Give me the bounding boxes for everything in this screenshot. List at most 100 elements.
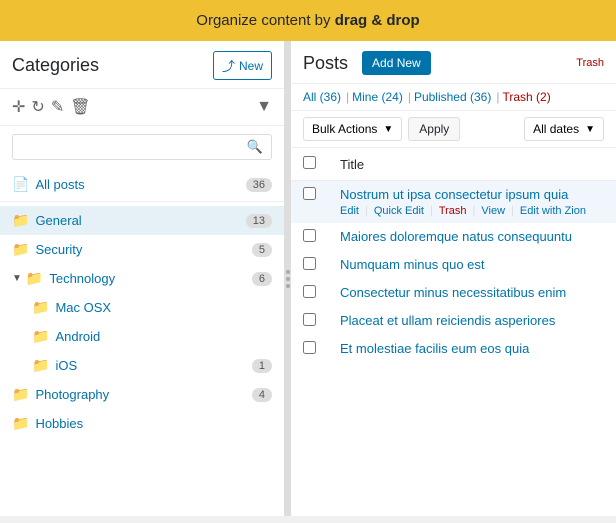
category-item-technology[interactable]: ▼ 📁 Technology 6 bbox=[0, 264, 284, 293]
folder-icon: 📁 bbox=[32, 328, 49, 345]
category-label: iOS bbox=[55, 358, 251, 373]
post-title-link[interactable]: Nostrum ut ipsa consectetur ipsum quia bbox=[340, 187, 604, 202]
post-title-cell: Consectetur minus necessitatibus enim bbox=[328, 279, 616, 307]
row-checkbox[interactable] bbox=[303, 313, 316, 326]
row-checkbox-cell bbox=[291, 307, 328, 335]
row-checkbox[interactable] bbox=[303, 187, 316, 200]
category-count: 13 bbox=[246, 214, 272, 228]
row-checkbox[interactable] bbox=[303, 257, 316, 270]
category-count: 6 bbox=[252, 272, 272, 286]
row-checkbox-cell bbox=[291, 335, 328, 363]
categories-sidebar: Categories ⤴ New ✛ ↻ ✎ 🗑 ▼ 🔍 📄 All posts… bbox=[0, 41, 285, 516]
new-category-button[interactable]: ⤴ New bbox=[213, 51, 272, 80]
folder-icon: 📁 bbox=[32, 299, 49, 316]
edit-zion-action[interactable]: Edit with Zion bbox=[520, 205, 586, 217]
filter-bar: All (36) | Mine (24) | Published (36) | … bbox=[291, 84, 616, 111]
category-count: 1 bbox=[252, 359, 272, 373]
search-icon: 🔍 bbox=[247, 139, 263, 155]
dates-label: All dates bbox=[533, 122, 579, 136]
divider-dot bbox=[286, 277, 290, 281]
post-title-cell: Numquam minus quo est bbox=[328, 251, 616, 279]
filter-trash[interactable]: Trash (2) bbox=[502, 90, 550, 104]
category-item-general[interactable]: 📁 General 13 bbox=[0, 206, 284, 235]
expand-arrow-icon: ▼ bbox=[12, 273, 22, 284]
edit-icon[interactable]: ✎ bbox=[51, 97, 64, 117]
move-icon[interactable]: ✛ bbox=[12, 97, 25, 117]
table-row: Nostrum ut ipsa consectetur ipsum quia E… bbox=[291, 181, 616, 224]
folder-icon: 📁 bbox=[12, 212, 29, 229]
posts-toolbar: Bulk Actions ▼ Apply All dates ▼ bbox=[291, 111, 616, 148]
category-label: Security bbox=[35, 242, 251, 257]
category-item-photography[interactable]: 📁 Photography 4 bbox=[0, 380, 284, 409]
posts-table: Title Nostrum ut ipsa consectetur ipsum … bbox=[291, 148, 616, 363]
add-new-button[interactable]: Add New bbox=[362, 51, 431, 75]
category-label: Android bbox=[55, 329, 272, 344]
banner-text: Organize content by drag & drop bbox=[196, 12, 419, 29]
category-label: Photography bbox=[35, 387, 251, 402]
row-checkbox-cell bbox=[291, 251, 328, 279]
expand-icon[interactable]: ▼ bbox=[256, 98, 272, 116]
refresh-icon[interactable]: ↻ bbox=[31, 97, 44, 117]
filter-all[interactable]: All (36) bbox=[303, 90, 341, 104]
sidebar-header: Categories ⤴ New bbox=[0, 41, 284, 89]
bulk-actions-label: Bulk Actions bbox=[312, 122, 377, 136]
category-label: Hobbies bbox=[35, 416, 272, 431]
category-count: 4 bbox=[252, 388, 272, 402]
all-posts-item[interactable]: 📄 All posts 36 bbox=[0, 168, 284, 202]
sidebar-toolbar: ✛ ↻ ✎ 🗑 ▼ bbox=[0, 89, 284, 126]
row-checkbox[interactable] bbox=[303, 229, 316, 242]
category-item-android[interactable]: 📁 Android bbox=[0, 322, 284, 351]
select-all-checkbox[interactable] bbox=[303, 156, 316, 169]
post-title-link[interactable]: Placeat et ullam reiciendis asperiores bbox=[340, 313, 604, 328]
category-item-macosx[interactable]: 📁 Mac OSX bbox=[0, 293, 284, 322]
chevron-down-icon: ▼ bbox=[585, 124, 595, 135]
dates-dropdown[interactable]: All dates ▼ bbox=[524, 117, 604, 141]
category-item-hobbies[interactable]: 📁 Hobbies bbox=[0, 409, 284, 438]
folder-icon: 📁 bbox=[12, 386, 29, 403]
delete-icon[interactable]: 🗑 bbox=[70, 97, 90, 117]
post-title-cell: Et molestiae facilis eum eos quia bbox=[328, 335, 616, 363]
posts-panel: Posts Add New Trash All (36) | Mine (24)… bbox=[291, 41, 616, 516]
bulk-actions-dropdown[interactable]: Bulk Actions ▼ bbox=[303, 117, 402, 141]
post-title-link[interactable]: Numquam minus quo est bbox=[340, 257, 604, 272]
apply-button[interactable]: Apply bbox=[408, 117, 460, 141]
post-title-link[interactable]: Consectetur minus necessitatibus enim bbox=[340, 285, 604, 300]
select-all-header bbox=[291, 148, 328, 181]
view-action[interactable]: View bbox=[481, 205, 505, 217]
row-checkbox-cell bbox=[291, 181, 328, 224]
table-row: Placeat et ullam reiciendis asperiores bbox=[291, 307, 616, 335]
row-checkbox-cell bbox=[291, 223, 328, 251]
folder-icon: 📁 bbox=[32, 357, 49, 374]
category-search-input[interactable] bbox=[21, 140, 247, 155]
chevron-down-icon: ▼ bbox=[383, 124, 393, 135]
plus-icon: ⤴ bbox=[222, 56, 235, 75]
category-item-security[interactable]: 📁 Security 5 bbox=[0, 235, 284, 264]
title-column-header: Title bbox=[328, 148, 616, 181]
top-banner: Organize content by drag & drop bbox=[0, 0, 616, 41]
table-row: Maiores doloremque natus consequuntu bbox=[291, 223, 616, 251]
row-checkbox[interactable] bbox=[303, 285, 316, 298]
trash-action[interactable]: Trash bbox=[439, 205, 467, 217]
divider-dot bbox=[286, 284, 290, 288]
posts-header: Posts Add New Trash bbox=[291, 41, 616, 84]
category-label: Technology bbox=[49, 271, 252, 286]
all-posts-label: All posts bbox=[35, 177, 245, 192]
edit-action[interactable]: Edit bbox=[340, 205, 359, 217]
sidebar-title: Categories bbox=[12, 55, 99, 76]
quick-edit-action[interactable]: Quick Edit bbox=[374, 205, 424, 217]
file-icon: 📄 bbox=[12, 176, 29, 193]
folder-icon: 📁 bbox=[12, 241, 29, 258]
table-row: Consectetur minus necessitatibus enim bbox=[291, 279, 616, 307]
row-checkbox[interactable] bbox=[303, 341, 316, 354]
filter-mine[interactable]: Mine (24) bbox=[352, 90, 403, 104]
category-list: 📁 General 13 📁 Security 5 ▼ 📁 Technology… bbox=[0, 202, 284, 442]
folder-open-icon: 📁 bbox=[26, 270, 43, 287]
category-item-ios[interactable]: 📁 iOS 1 bbox=[0, 351, 284, 380]
table-row: Numquam minus quo est bbox=[291, 251, 616, 279]
post-title-link[interactable]: Et molestiae facilis eum eos quia bbox=[340, 341, 604, 356]
new-button-label: New bbox=[239, 59, 263, 73]
category-count: 5 bbox=[252, 243, 272, 257]
filter-published[interactable]: Published (36) bbox=[414, 90, 491, 104]
post-actions: Edit | Quick Edit | Trash | View | Edit … bbox=[340, 205, 604, 217]
post-title-link[interactable]: Maiores doloremque natus consequuntu bbox=[340, 229, 604, 244]
